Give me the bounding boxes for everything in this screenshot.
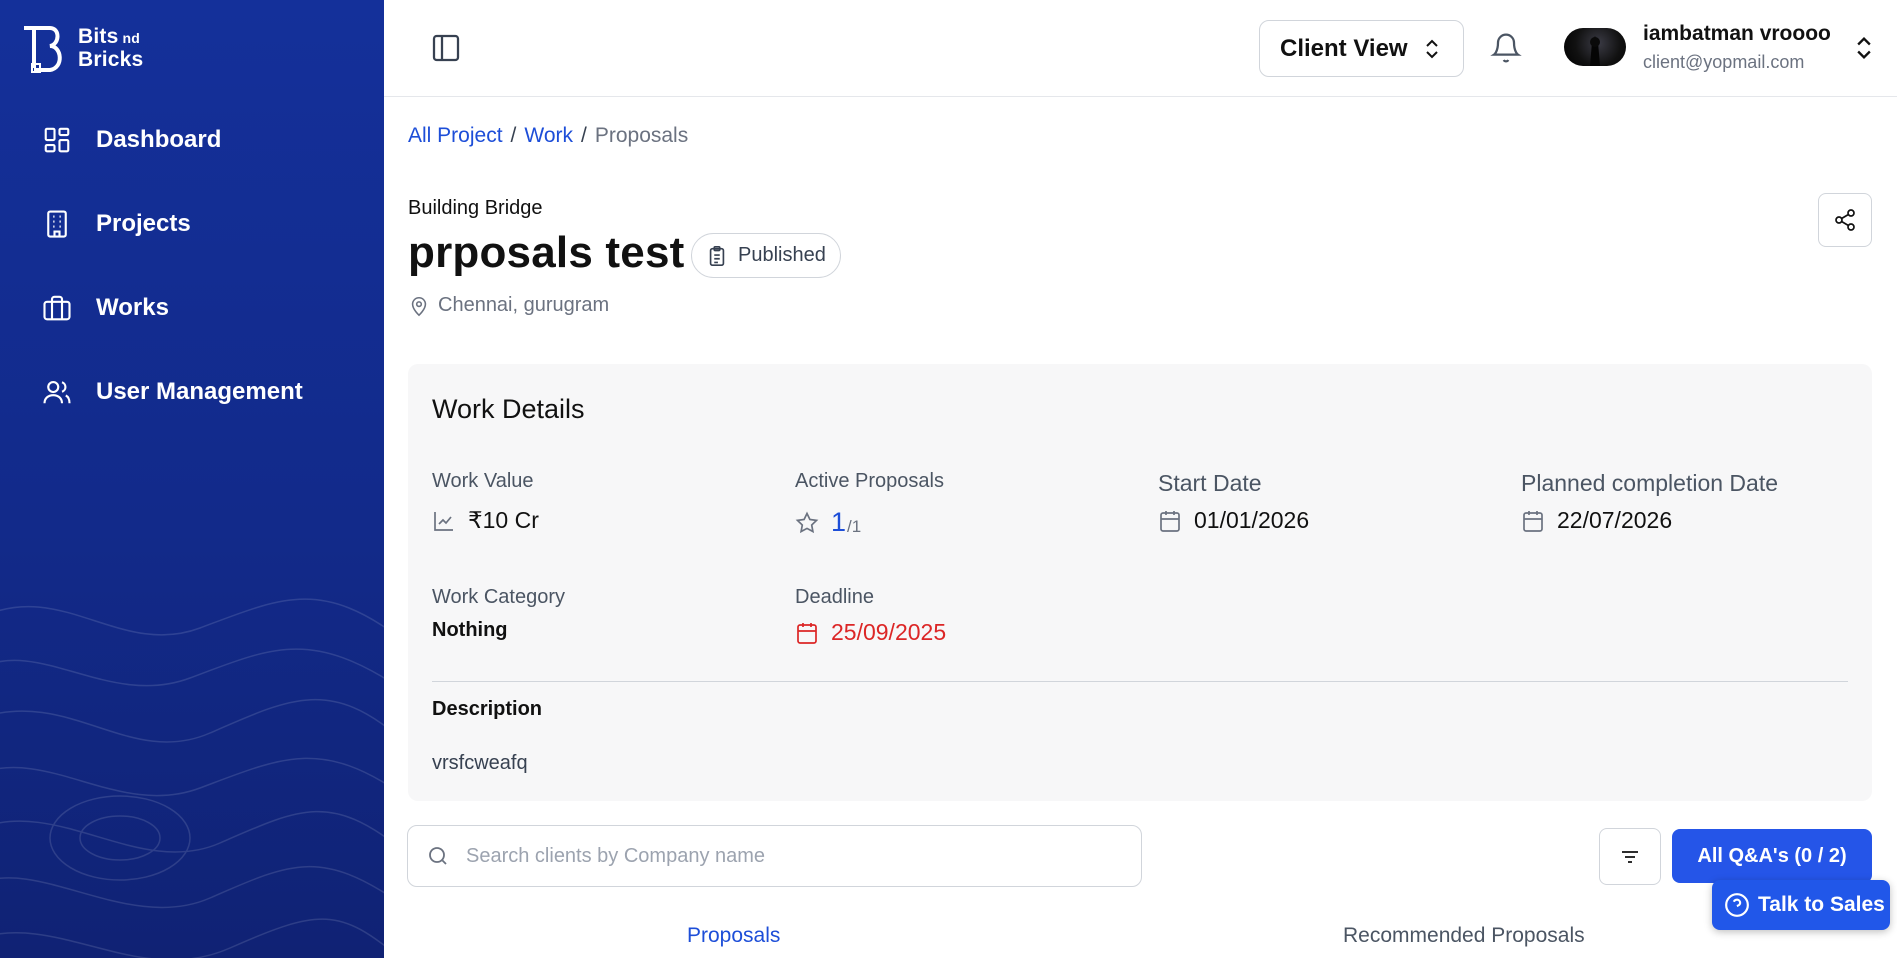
all-qa-button[interactable]: All Q&A's (0 / 2) bbox=[1672, 829, 1872, 883]
user-name: iambatman vroooo bbox=[1643, 22, 1831, 45]
avatar[interactable] bbox=[1564, 28, 1626, 66]
briefcase-icon bbox=[43, 295, 71, 321]
share-icon bbox=[1835, 209, 1855, 231]
sidebar-item-dashboard[interactable]: Dashboard bbox=[0, 112, 384, 168]
status-badge: Published bbox=[691, 233, 841, 278]
help-circle-icon bbox=[1725, 893, 1749, 917]
work-details-title: Work Details bbox=[432, 394, 585, 424]
breadcrumb: All Project / Work / Proposals bbox=[408, 124, 688, 148]
sidebar-item-label: User Management bbox=[96, 378, 303, 405]
contour-pattern bbox=[0, 598, 384, 958]
users-icon bbox=[43, 380, 71, 404]
clipboard-icon bbox=[709, 245, 725, 266]
search-box[interactable] bbox=[407, 825, 1142, 887]
chevrons-up-down-icon bbox=[1426, 39, 1438, 58]
view-selector[interactable]: Client View bbox=[1259, 20, 1464, 77]
map-pin-icon bbox=[411, 296, 427, 316]
chart-line-icon bbox=[434, 511, 453, 531]
avatar-image bbox=[1590, 36, 1600, 66]
calendar-icon bbox=[797, 622, 817, 644]
planned-completion-field: Planned completion Date 22/07/2026 bbox=[1521, 470, 1778, 534]
calendar-icon bbox=[1160, 510, 1180, 532]
sidebar-nav: Dashboard Projects Works User Management bbox=[0, 112, 384, 448]
location-text: Chennai, gurugram bbox=[438, 294, 610, 316]
description-label: Description bbox=[432, 698, 543, 720]
work-category-field: Work Category Nothing bbox=[432, 586, 565, 642]
divider bbox=[432, 681, 1848, 682]
status-label: Published bbox=[738, 244, 826, 266]
active-proposals-label: Active Proposals bbox=[795, 470, 944, 492]
tab-proposals[interactable]: Proposals bbox=[687, 924, 780, 948]
brand-line1: Bits bbox=[78, 24, 119, 48]
filter-icon bbox=[1622, 850, 1638, 863]
talk-to-sales-label: Talk to Sales bbox=[1758, 893, 1885, 916]
breadcrumb-current: Proposals bbox=[594, 124, 689, 147]
calendar-icon bbox=[1523, 510, 1543, 532]
active-proposals-field: Active Proposals 1 /1 bbox=[795, 470, 944, 538]
deadline-value: 25/09/2025 bbox=[831, 619, 947, 645]
work-category-label: Work Category bbox=[432, 586, 566, 608]
description-text: vrsfcweafq bbox=[432, 752, 528, 774]
bits-bricks-logo-icon bbox=[24, 26, 62, 73]
search-icon bbox=[429, 847, 447, 865]
work-category-value: Nothing bbox=[432, 619, 508, 641]
sidebar: Bitsnd Bricks Dashboard Projects Works bbox=[0, 0, 384, 958]
search-input[interactable] bbox=[466, 844, 1106, 868]
brand-superscript: nd bbox=[122, 29, 140, 46]
share-button[interactable] bbox=[1818, 193, 1872, 247]
start-date-value: 01/01/2026 bbox=[1194, 507, 1310, 533]
sidebar-item-label: Works bbox=[96, 294, 169, 321]
work-details-card: Work Details Work Value ₹10 Cr Active Pr… bbox=[408, 364, 1872, 801]
brand-logo[interactable]: Bits nd Bricks bbox=[22, 22, 143, 74]
active-proposals-total: /1 bbox=[847, 516, 862, 536]
brand-line2: Bricks bbox=[78, 47, 144, 71]
view-selector-label: Client View bbox=[1280, 34, 1408, 62]
sidebar-item-projects[interactable]: Projects bbox=[0, 196, 384, 252]
deadline-label: Deadline bbox=[795, 586, 874, 608]
chevrons-up-down-icon[interactable] bbox=[1852, 34, 1876, 62]
planned-completion-label: Planned completion Date bbox=[1521, 470, 1778, 496]
breadcrumb-all-project[interactable]: All Project bbox=[408, 124, 503, 147]
deadline-field: Deadline 25/09/2025 bbox=[795, 586, 946, 646]
work-value: ₹10 Cr bbox=[468, 507, 539, 533]
bell-icon[interactable] bbox=[1490, 32, 1522, 64]
work-value-label: Work Value bbox=[432, 470, 534, 492]
user-info[interactable]: iambatman vroooo client@yopmail.com bbox=[1643, 22, 1831, 73]
breadcrumb-separator: / bbox=[581, 124, 587, 147]
planned-completion-value: 22/07/2026 bbox=[1557, 507, 1673, 533]
topbar: Client View iambatman vroooo client@yopm… bbox=[384, 0, 1897, 97]
building-icon bbox=[47, 210, 67, 238]
dashboard-grid-icon bbox=[44, 127, 70, 153]
filter-button[interactable] bbox=[1599, 828, 1661, 885]
breadcrumb-work[interactable]: Work bbox=[524, 124, 573, 147]
project-name: Building Bridge bbox=[408, 197, 543, 219]
work-value-field: Work Value ₹10 Cr bbox=[432, 470, 539, 534]
active-proposals-count: 1 bbox=[831, 507, 847, 537]
location: Chennai, gurugram bbox=[408, 294, 609, 317]
breadcrumb-separator: / bbox=[510, 124, 517, 147]
start-date-field: Start Date 01/01/2026 bbox=[1158, 470, 1309, 534]
sidebar-item-label: Dashboard bbox=[96, 126, 222, 153]
sidebar-toggle-icon[interactable] bbox=[430, 32, 462, 64]
sidebar-item-label: Projects bbox=[96, 210, 191, 237]
sidebar-item-works[interactable]: Works bbox=[0, 280, 384, 336]
tab-recommended-proposals[interactable]: Recommended Proposals bbox=[1343, 924, 1585, 948]
talk-to-sales-button[interactable]: Talk to Sales bbox=[1712, 880, 1890, 930]
star-icon bbox=[795, 511, 819, 533]
user-email: client@yopmail.com bbox=[1643, 52, 1805, 72]
page-title: prposals test bbox=[408, 228, 685, 277]
sidebar-item-user-management[interactable]: User Management bbox=[0, 364, 384, 420]
start-date-label: Start Date bbox=[1158, 470, 1262, 496]
